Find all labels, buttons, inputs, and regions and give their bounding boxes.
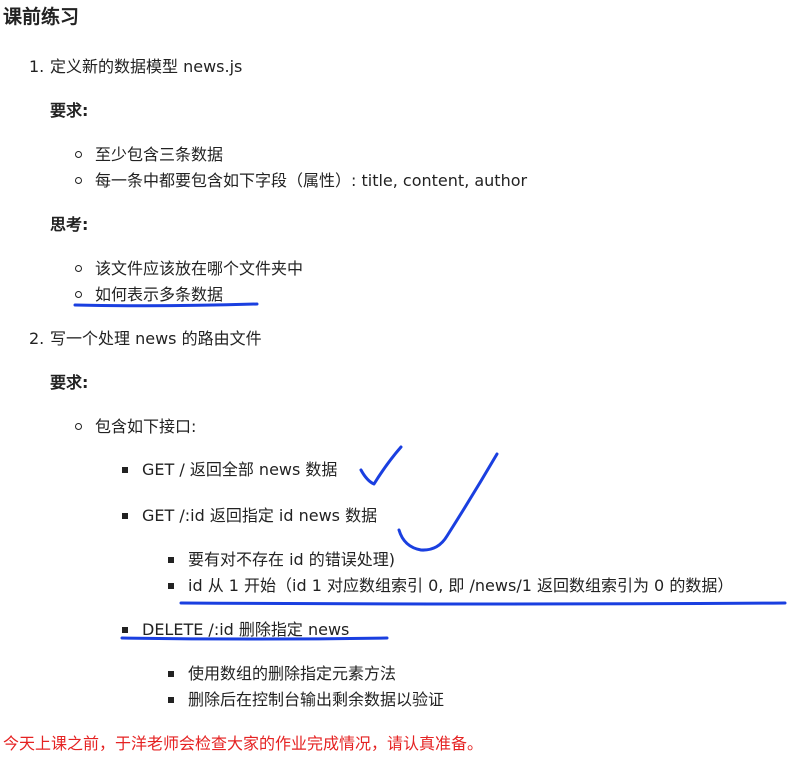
square-bullet-icon bbox=[122, 467, 128, 473]
checkmark-icon bbox=[359, 445, 403, 486]
task2-number: 2. bbox=[29, 329, 45, 348]
endpoint-note: 使用数组的删除指定元素方法 bbox=[188, 664, 397, 683]
document-page: 课前练习 1. 定义新的数据模型 news.js 要求: 至少包含三条数据 每一… bbox=[0, 0, 800, 759]
endpoint-note: id 从 1 开始（id 1 对应数组索引 0, 即 /news/1 返回数组索… bbox=[188, 576, 734, 595]
task2-requirements-label: 要求: bbox=[50, 373, 89, 392]
endpoint-item: GET /:id 返回指定 id news 数据 bbox=[142, 506, 378, 525]
square-bullet-icon bbox=[122, 513, 128, 519]
square-bullet-icon bbox=[168, 671, 174, 677]
endpoint-item: GET / 返回全部 news 数据 bbox=[142, 460, 338, 479]
square-bullet-icon bbox=[122, 627, 128, 633]
endpoint-note: 要有对不存在 id 的错误处理) bbox=[188, 550, 396, 569]
underline-mark bbox=[179, 601, 787, 606]
task1-thinking-item: 如何表示多条数据 bbox=[95, 285, 224, 304]
endpoint-note: 删除后在控制台输出剩余数据以验证 bbox=[188, 690, 445, 709]
circle-bullet-icon bbox=[75, 423, 82, 430]
square-bullet-icon bbox=[168, 697, 174, 703]
task1-heading: 定义新的数据模型 news.js bbox=[50, 57, 243, 76]
task1-thinking-label: 思考: bbox=[50, 215, 89, 234]
task1-thinking-item: 该文件应该放在哪个文件夹中 bbox=[95, 259, 304, 278]
circle-bullet-icon bbox=[75, 265, 82, 272]
checkmark-icon bbox=[397, 452, 499, 552]
page-title: 课前练习 bbox=[3, 6, 80, 28]
square-bullet-icon bbox=[168, 583, 174, 589]
circle-bullet-icon bbox=[75, 291, 82, 298]
task1-requirement-item: 至少包含三条数据 bbox=[95, 145, 224, 164]
footer-notice: 今天上课之前，于洋老师会检查大家的作业完成情况，请认真准备。 bbox=[3, 734, 484, 753]
task2-heading: 写一个处理 news 的路由文件 bbox=[50, 329, 262, 348]
task1-requirement-item: 每一条中都要包含如下字段（属性）: title, content, author bbox=[95, 171, 528, 190]
circle-bullet-icon bbox=[75, 151, 82, 158]
task2-interface-item: 包含如下接口: bbox=[95, 417, 197, 436]
annotation-layer bbox=[73, 302, 787, 641]
endpoint-item: DELETE /:id 删除指定 news bbox=[142, 620, 350, 639]
task1-requirements-label: 要求: bbox=[50, 101, 89, 120]
square-bullet-icon bbox=[168, 557, 174, 563]
circle-bullet-icon bbox=[75, 177, 82, 184]
task1-number: 1. bbox=[29, 57, 45, 76]
